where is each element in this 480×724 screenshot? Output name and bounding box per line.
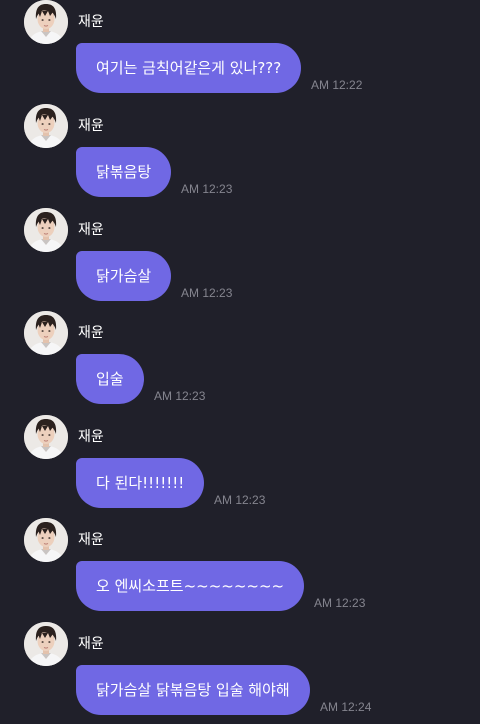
sender-name: 재윤 xyxy=(78,325,104,341)
message-row: 재윤 닭볶음탕 AM 12:23 xyxy=(0,104,480,204)
message-bubble[interactable]: 닭가슴살 닭볶음탕 입술 해야해 xyxy=(76,665,310,715)
chat-message-list[interactable]: 재윤 여기는 금칙어같은게 있나??? AM 12:22 재윤 닭볶음탕 AM … xyxy=(0,0,480,724)
message-timestamp: AM 12:22 xyxy=(311,78,363,92)
sender-name: 재윤 xyxy=(78,118,104,134)
message-row: 재윤 닭가슴살 닭볶음탕 입술 해야해 AM 12:24 xyxy=(0,622,480,722)
avatar[interactable] xyxy=(24,518,68,562)
message-timestamp: AM 12:24 xyxy=(320,700,372,714)
message-bubble[interactable]: 닭볶음탕 xyxy=(76,147,172,197)
message-bubble[interactable]: 입술 xyxy=(76,354,144,404)
message-timestamp: AM 12:23 xyxy=(314,596,366,610)
message-row: 재윤 입술 AM 12:23 xyxy=(0,311,480,411)
message-timestamp: AM 12:23 xyxy=(181,286,233,300)
message-row: 재윤 닭가슴살 AM 12:23 xyxy=(0,208,480,308)
message-timestamp: AM 12:23 xyxy=(181,182,233,196)
avatar[interactable] xyxy=(24,104,68,148)
message-bubble[interactable]: 오 엔씨소프트~~~~~~~~ xyxy=(76,561,305,611)
avatar[interactable] xyxy=(24,311,68,355)
sender-name: 재윤 xyxy=(78,222,104,238)
sender-name: 재윤 xyxy=(78,14,104,30)
message-bubble[interactable]: 여기는 금칙어같은게 있나??? xyxy=(76,43,302,93)
message-row: 재윤 다 된다!!!!!!! AM 12:23 xyxy=(0,415,480,515)
message-row: 재윤 여기는 금칙어같은게 있나??? AM 12:22 xyxy=(0,0,480,100)
sender-name: 재윤 xyxy=(78,636,104,652)
avatar[interactable] xyxy=(24,208,68,252)
message-row: 재윤 오 엔씨소프트~~~~~~~~ AM 12:23 xyxy=(0,518,480,618)
avatar[interactable] xyxy=(24,0,68,44)
message-bubble[interactable]: 다 된다!!!!!!! xyxy=(76,458,205,508)
avatar[interactable] xyxy=(24,415,68,459)
message-timestamp: AM 12:23 xyxy=(154,389,206,403)
message-bubble[interactable]: 닭가슴살 xyxy=(76,251,172,301)
sender-name: 재윤 xyxy=(78,532,104,548)
message-timestamp: AM 12:23 xyxy=(214,493,266,507)
avatar[interactable] xyxy=(24,622,68,666)
sender-name: 재윤 xyxy=(78,429,104,445)
